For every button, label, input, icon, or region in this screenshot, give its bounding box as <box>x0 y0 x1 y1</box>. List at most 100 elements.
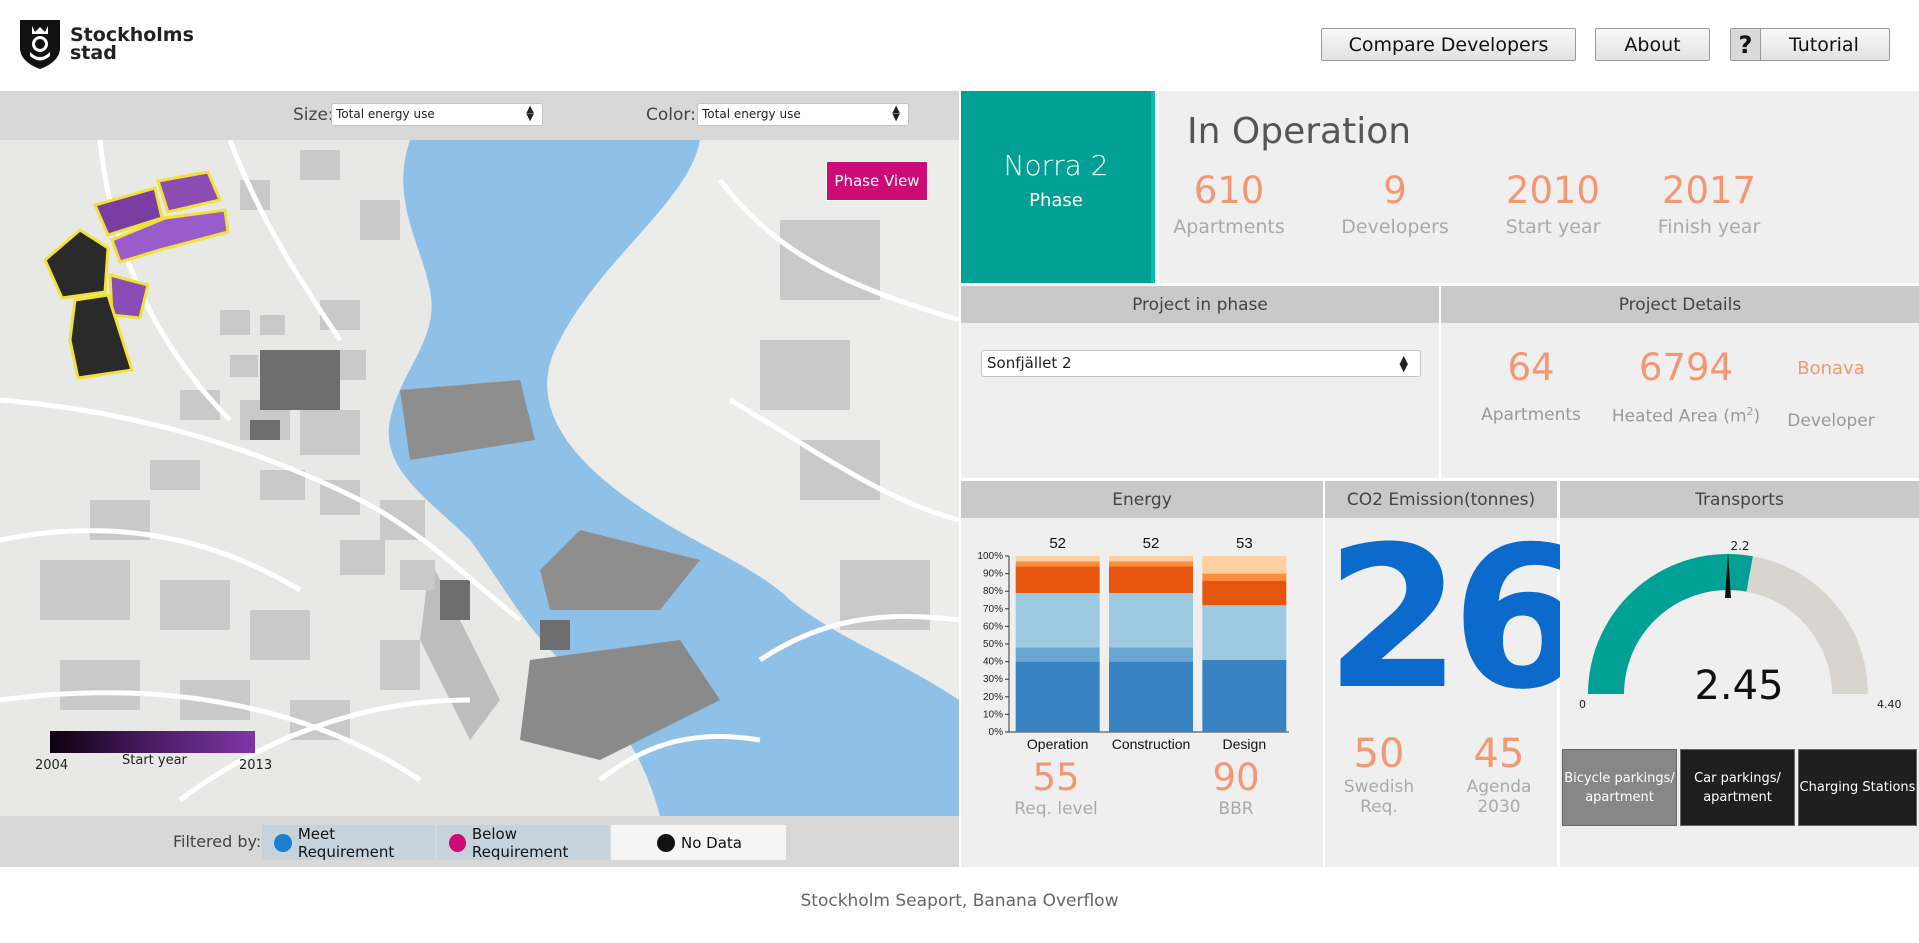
bar-segment <box>1109 661 1193 732</box>
map-canvas[interactable]: Phase View 2004 Start year 2013 <box>0 140 959 816</box>
filter-dot <box>274 833 292 852</box>
size-select[interactable]: Total energy use ▲ ▼ <box>331 103 543 126</box>
detail-heated-area: 6794 Heated Area (m2) <box>1601 346 1771 427</box>
stat-value: 2010 <box>1505 169 1601 212</box>
swedish-req-stat: 50 Swedish Req. <box>1329 731 1429 817</box>
filter-below-requirement[interactable]: Below Requirement <box>437 825 609 861</box>
bbr-value: 90 <box>1212 756 1260 799</box>
bar-segment <box>1109 561 1193 567</box>
filter-dot <box>657 833 675 852</box>
size-select-value: Total energy use <box>336 107 435 121</box>
charging-stations-button[interactable]: Charging Stations <box>1798 749 1917 826</box>
bar-segment <box>1015 647 1100 662</box>
stat-label: Developers <box>1341 216 1449 238</box>
gauge-max-label: 4.40 <box>1877 698 1902 711</box>
filter-no-data[interactable]: No Data <box>611 825 786 860</box>
bbr-stat: 90 BBR <box>1181 756 1291 819</box>
y-tick-label: 10% <box>983 709 1003 720</box>
about-button[interactable]: About <box>1595 28 1710 61</box>
gauge-min-label: 0 <box>1579 698 1586 711</box>
phase-tile: Norra 2 Phase <box>961 91 1155 283</box>
agenda-2030-value: 45 <box>1473 731 1525 777</box>
bar-segment <box>1015 561 1100 567</box>
panel-header: Project in phase <box>961 286 1439 323</box>
y-tick-label: 80% <box>983 586 1003 597</box>
stat-label: Finish year <box>1657 216 1761 238</box>
stat-start-year: 2010 Start year <box>1493 169 1613 238</box>
req-level-label: Req. level <box>1014 799 1098 819</box>
footer: Stockholm Seaport, Banana Overflow <box>0 867 1919 943</box>
x-tick-label: Construction <box>1112 736 1191 752</box>
stat-label: Apartments <box>1173 216 1285 238</box>
compare-developers-button[interactable]: Compare Developers <box>1321 28 1576 61</box>
y-tick-label: 50% <box>983 639 1003 650</box>
project-select-value: Sonfjället 2 <box>987 354 1072 372</box>
bar-segment <box>1202 556 1287 574</box>
req-level-stat: 55 Req. level <box>1001 756 1111 819</box>
dashboard: Norra 2 Phase In Operation 610 Apartment… <box>959 91 1919 867</box>
stat-value: 610 <box>1193 169 1265 212</box>
heated-area-sup: 2 <box>1746 405 1754 418</box>
map-toolbar: Size: Total energy use ▲ ▼ Color: Total e… <box>0 91 959 140</box>
detail-value: 64 <box>1507 346 1555 389</box>
stat-apartments: 610 Apartments <box>1169 169 1289 238</box>
bar-segment <box>1202 605 1287 660</box>
detail-label: Developer <box>1787 411 1875 431</box>
bar-total-label: 53 <box>1236 535 1253 552</box>
legend-end: 2013 <box>239 758 273 773</box>
bar-segment <box>1015 592 1100 648</box>
phase-name: Norra 2 <box>1003 149 1109 182</box>
bbr-label: BBR <box>1218 799 1254 819</box>
select-arrows-icon: ▲ ▼ <box>1399 353 1408 374</box>
detail-value: 6794 <box>1638 346 1734 389</box>
bar-segment <box>1015 661 1100 732</box>
y-tick-label: 30% <box>983 674 1003 685</box>
bar-segment <box>1109 566 1193 593</box>
stockholm-logo[interactable]: Stockholms stad <box>18 18 194 70</box>
project-in-phase-panel: Project in phase Sonfjället 2 ▲ ▼ <box>961 286 1439 478</box>
energy-stacked-bar-chart: 0% 10% 20% 30% 40% 50% 60% 70% 80% 90% 100% Operati… <box>977 535 1289 752</box>
select-arrows-icon: ▲ ▼ <box>892 104 900 123</box>
transport-buttons: Bicycle parkings/ apartment Car parkings… <box>1562 749 1917 827</box>
city-crest-icon <box>20 20 60 69</box>
color-select[interactable]: Total energy use ▲ ▼ <box>697 103 909 126</box>
detail-apartments: 64 Apartments <box>1471 346 1591 425</box>
city-map[interactable] <box>0 140 959 816</box>
co2-big-value: 26 <box>1325 505 1588 733</box>
detail-label: Apartments <box>1481 405 1581 425</box>
panel-header: Project Details <box>1441 286 1919 323</box>
select-arrows-icon: ▲ ▼ <box>526 104 534 123</box>
stat-value: 2017 <box>1661 169 1757 212</box>
bar-total-label: 52 <box>1049 535 1066 552</box>
phase-view-button[interactable]: Phase View <box>826 161 928 201</box>
gauge-value: 2.45 <box>1694 663 1784 709</box>
car-parkings-button[interactable]: Car parkings/ apartment <box>1680 749 1795 826</box>
detail-developer: Bonava Developer <box>1776 346 1886 431</box>
size-label: Size: <box>293 105 334 125</box>
y-tick-label: 20% <box>983 692 1003 703</box>
bicycle-parkings-button[interactable]: Bicycle parkings/ apartment <box>1562 749 1677 826</box>
detail-label: Heated Area (m2) <box>1601 405 1771 427</box>
filter-dot <box>449 833 466 852</box>
co2-panel: CO2 Emission(tonnes) 26 50 Swedish Req. … <box>1325 481 1588 867</box>
tutorial-button[interactable]: ? Tutorial <box>1730 28 1890 61</box>
project-select[interactable]: Sonfjället 2 ▲ ▼ <box>981 350 1421 377</box>
filter-label-meet: Meet Requirement <box>297 824 395 861</box>
transports-panel: Transports 2.2 0 4.40 2.45 Bicycle parki… <box>1560 481 1919 867</box>
swedish-req-label: Swedish Req. <box>1343 777 1415 817</box>
stat-label: Start year <box>1505 216 1601 238</box>
bar-segment <box>1109 592 1193 648</box>
stat-developers: 9 Developers <box>1335 169 1455 238</box>
legend-start: 2004 <box>35 758 69 773</box>
energy-panel: Energy 0% 10% 20% 30% 40% 50% 60% 70% 80% 90% 100%… <box>961 481 1323 867</box>
y-tick-label: 40% <box>983 657 1003 668</box>
panel-header: Transports <box>1560 481 1919 518</box>
filter-meet-requirement[interactable]: Meet Requirement <box>262 824 435 861</box>
filter-label-nodata: No Data <box>681 833 742 852</box>
project-details-panel: Project Details 64 Apartments 6794 Heate… <box>1441 286 1919 478</box>
y-tick-label: 90% <box>983 569 1003 580</box>
bar-total-label: 52 <box>1143 535 1160 552</box>
req-level-value: 55 <box>1032 756 1080 799</box>
swedish-req-value: 50 <box>1353 731 1405 777</box>
bar-segment <box>1015 566 1100 593</box>
